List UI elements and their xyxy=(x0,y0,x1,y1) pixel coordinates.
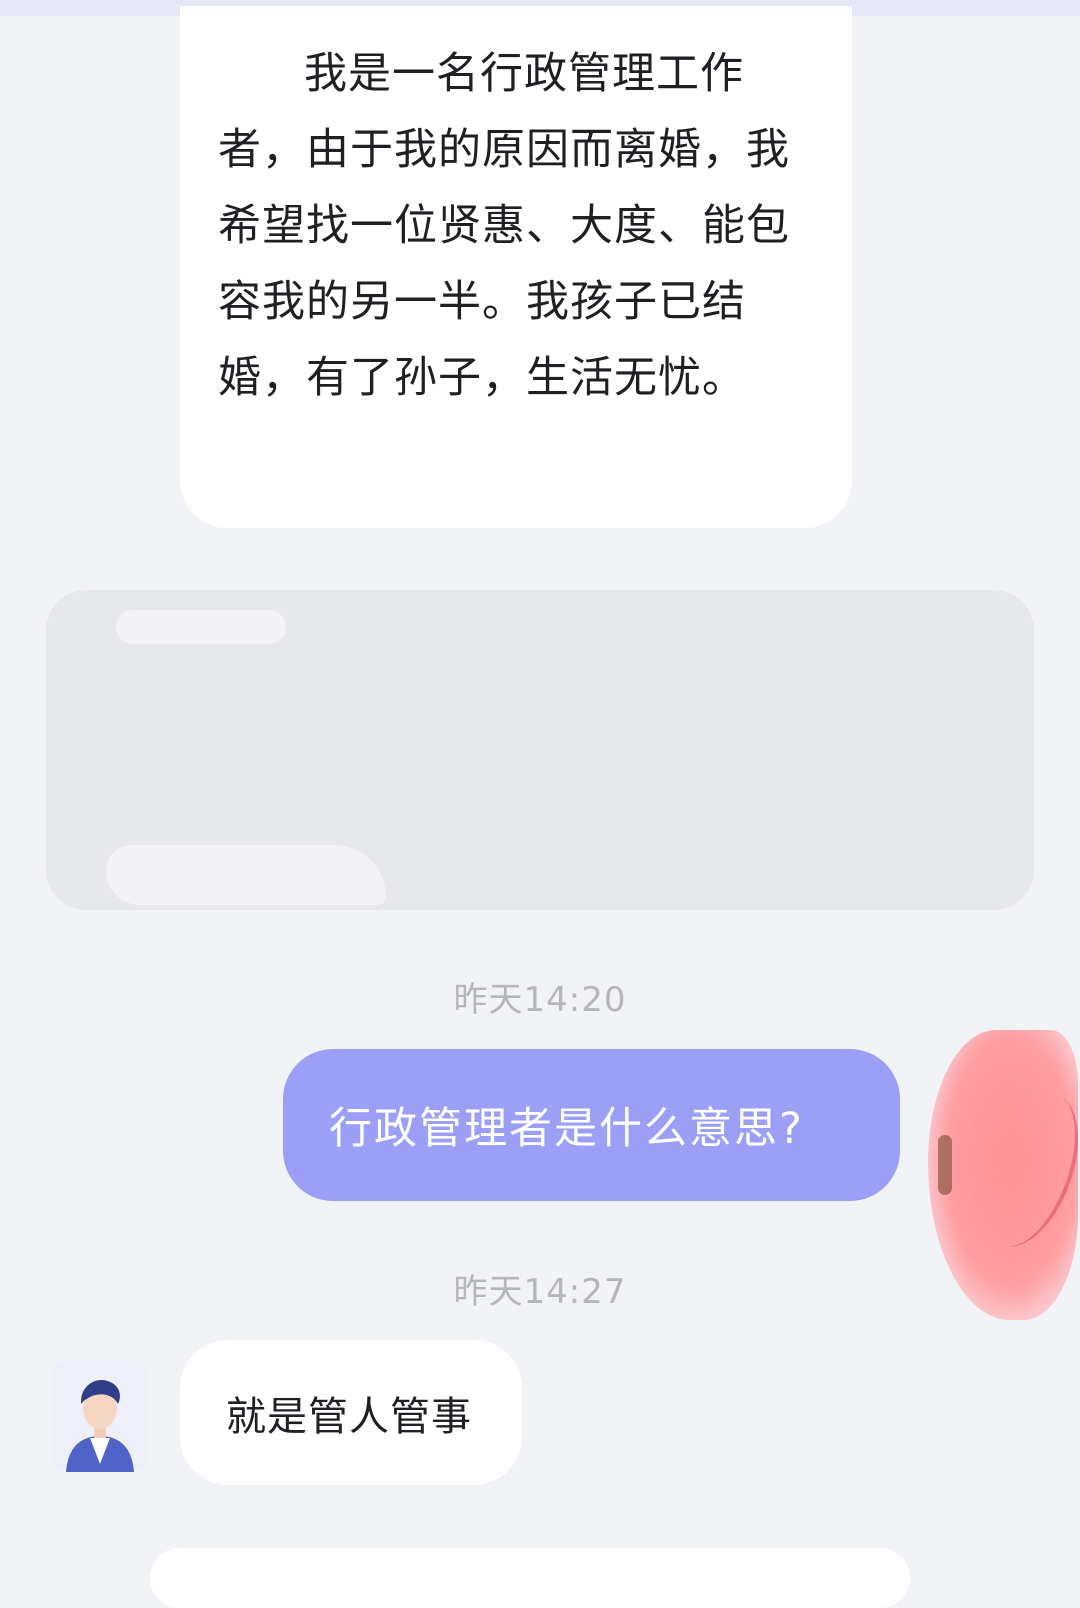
incoming-message-bubble[interactable]: 就是管人管事 xyxy=(180,1340,522,1485)
message-text: 就是管人管事 xyxy=(226,1393,472,1440)
redacted-message-card[interactable] xyxy=(46,590,1034,910)
message-timestamp: 昨天14:20 xyxy=(453,980,627,1020)
message-text: 行政管理者是什么意思? xyxy=(329,1104,804,1154)
redaction-smudge xyxy=(116,610,286,644)
redaction-smudge xyxy=(106,845,386,905)
avatar-detail xyxy=(938,1135,952,1195)
outgoing-message-bubble[interactable]: 行政管理者是什么意思? xyxy=(283,1049,900,1201)
message-text: 我是一名行政管理工作者，由于我的原因而离婚，我希望找一位贤惠、大度、能包容我的另… xyxy=(218,49,790,403)
next-message-bubble-partial[interactable] xyxy=(150,1548,910,1608)
message-timestamp: 昨天14:27 xyxy=(453,1272,627,1312)
male-cartoon-avatar-icon[interactable] xyxy=(52,1360,148,1472)
avatar-detail xyxy=(963,1080,1080,1260)
incoming-message-bubble[interactable]: 我是一名行政管理工作者，由于我的原因而离婚，我希望找一位贤惠、大度、能包容我的另… xyxy=(180,6,852,528)
